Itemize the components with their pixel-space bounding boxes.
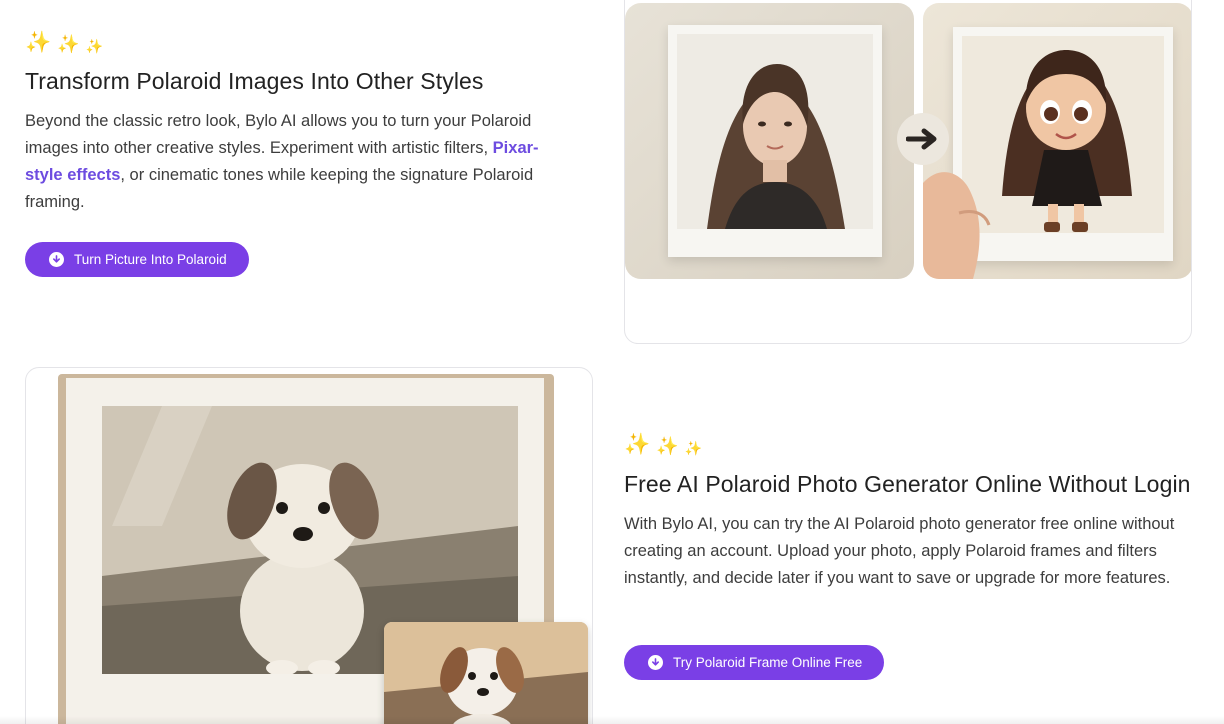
dog-color-thumbnail [384, 622, 588, 724]
pixar-style-polaroid-photo [923, 3, 1191, 279]
sparkles-icon: ✨ ✨ ✨ [25, 31, 104, 54]
style-transform-image-card [624, 0, 1192, 344]
section-description: With Bylo AI, you can try the AI Polaroi… [624, 515, 1175, 587]
download-circle-icon [648, 655, 663, 670]
try-polaroid-frame-online-free-button[interactable]: Try Polaroid Frame Online Free [624, 645, 885, 680]
original-polaroid-photo [625, 3, 914, 279]
arrow-right-icon [897, 113, 949, 165]
dog-polaroid-image-card [25, 367, 593, 724]
sparkles-icon: ✨ ✨ ✨ [624, 433, 703, 456]
cta-label: Try Polaroid Frame Online Free [673, 655, 863, 670]
section-description: Beyond the classic retro look, Bylo AI a… [25, 112, 539, 211]
cta-label: Turn Picture Into Polaroid [74, 252, 227, 267]
download-circle-icon [49, 252, 64, 267]
turn-picture-into-polaroid-button[interactable]: Turn Picture Into Polaroid [25, 242, 249, 277]
section-title: Free AI Polaroid Photo Generator Online … [624, 471, 1191, 497]
bottom-shadow [0, 716, 1224, 724]
section-title: Transform Polaroid Images Into Other Sty… [25, 68, 484, 94]
